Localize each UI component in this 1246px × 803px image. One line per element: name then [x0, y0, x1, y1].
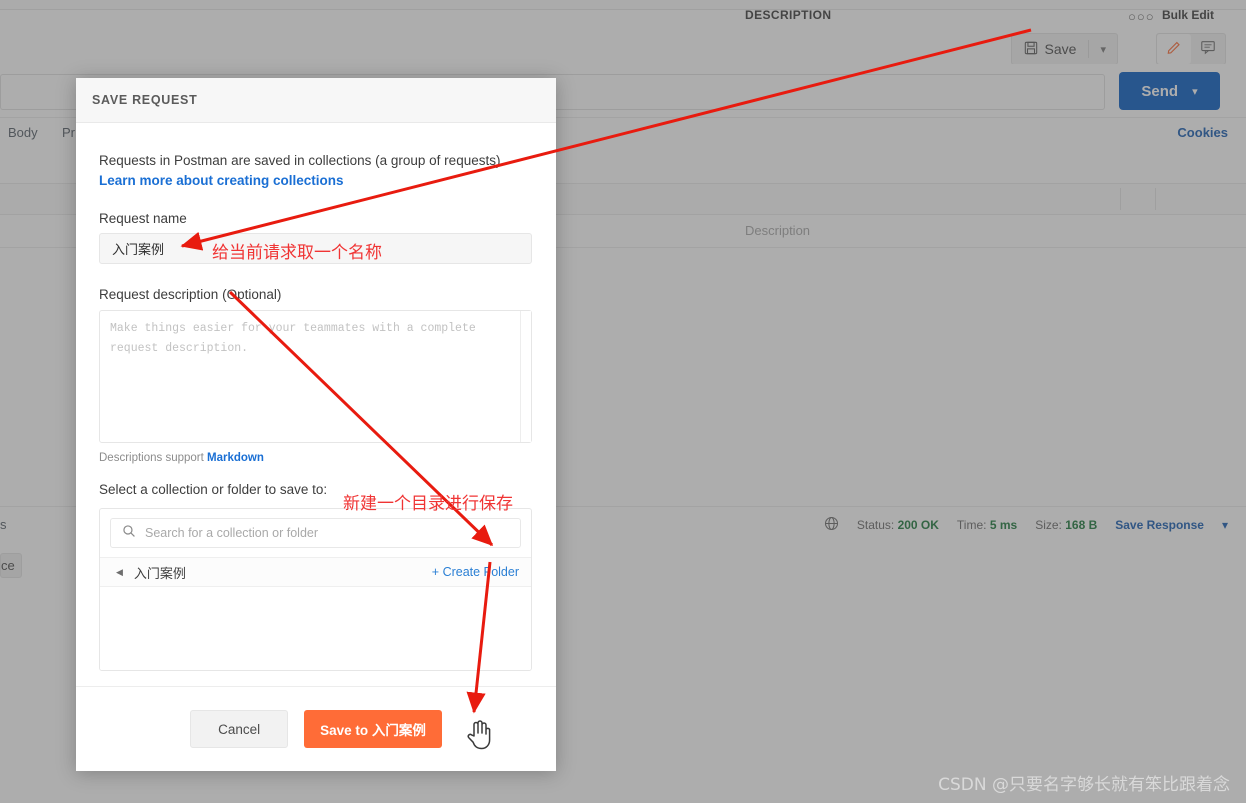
- save-to-collection-button[interactable]: Save to 入门案例: [304, 710, 442, 748]
- triangle-left-icon[interactable]: ◀: [116, 567, 123, 578]
- collection-search-placeholder: Search for a collection or folder: [145, 526, 318, 540]
- request-description-textarea[interactable]: Make things easier for your teammates wi…: [99, 310, 532, 443]
- modal-body: Requests in Postman are saved in collect…: [76, 123, 556, 671]
- collection-row-left: ◀ 入门案例: [116, 563, 186, 582]
- collection-empty-area: [100, 587, 531, 670]
- annotation-note-request-name: 给当前请求取一个名称: [212, 238, 382, 263]
- markdown-note: Descriptions support Markdown: [99, 452, 533, 464]
- markdown-note-text: Descriptions support: [99, 452, 207, 464]
- request-description-label: Request description (Optional): [99, 287, 533, 302]
- learn-more-link[interactable]: Learn more about creating collections: [99, 173, 533, 188]
- markdown-link[interactable]: Markdown: [207, 452, 264, 464]
- modal-intro-text: Requests in Postman are saved in collect…: [99, 151, 533, 171]
- modal-header: SAVE REQUEST: [76, 78, 556, 123]
- request-description-placeholder: Make things easier for your teammates wi…: [110, 319, 509, 359]
- save-request-modal: SAVE REQUEST Requests in Postman are sav…: [76, 78, 556, 771]
- request-name-label: Request name: [99, 211, 533, 226]
- collection-picker: Search for a collection or folder ◀ 入门案例…: [99, 508, 532, 671]
- csdn-watermark: CSDN @只要名字够长就有笨比跟着念: [938, 770, 1230, 795]
- create-folder-button[interactable]: + Create Folder: [432, 565, 519, 579]
- modal-title: SAVE REQUEST: [92, 93, 197, 107]
- cancel-button[interactable]: Cancel: [190, 710, 288, 748]
- description-scrollbar[interactable]: [520, 311, 531, 442]
- annotation-note-create-folder: 新建一个目录进行保存: [343, 489, 513, 514]
- hand-cursor-icon: [466, 718, 492, 750]
- collection-row[interactable]: ◀ 入门案例 + Create Folder: [100, 557, 531, 587]
- collection-name: 入门案例: [134, 563, 186, 582]
- collection-search-input[interactable]: Search for a collection or folder: [110, 518, 521, 548]
- search-icon: [122, 524, 136, 543]
